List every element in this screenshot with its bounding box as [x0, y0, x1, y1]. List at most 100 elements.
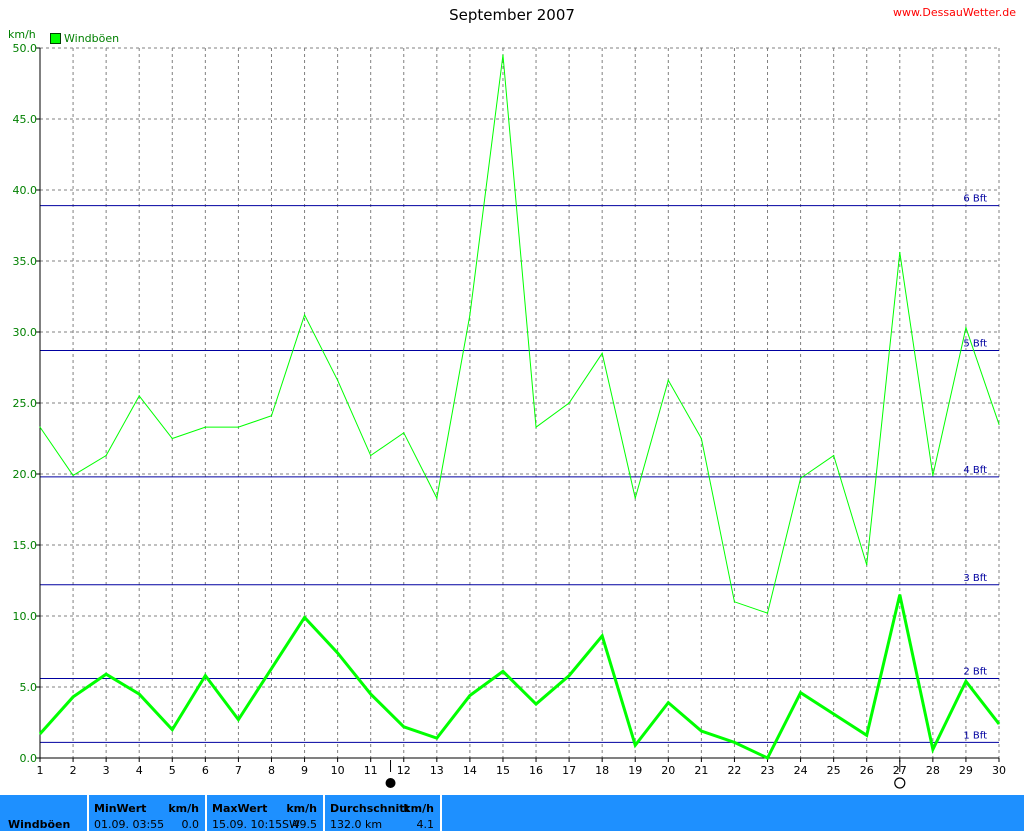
data-point	[303, 616, 306, 619]
stats-avg-unit: km/h	[403, 802, 434, 815]
data-point	[105, 454, 107, 457]
y-tick-label: 35.0	[13, 255, 38, 268]
data-point	[237, 719, 240, 721]
x-tick-label: 10	[331, 764, 345, 777]
data-point	[469, 694, 471, 697]
x-tick-label: 6	[202, 764, 209, 777]
data-point	[270, 415, 273, 417]
data-point	[866, 564, 868, 566]
stats-min-head: MinWert	[94, 802, 147, 815]
data-point	[39, 733, 41, 735]
x-tick-label: 16	[529, 764, 543, 777]
x-tick-label: 7	[235, 764, 242, 777]
data-point	[601, 352, 603, 354]
data-point	[39, 426, 41, 428]
data-point	[667, 379, 669, 381]
stats-avg: Durchschnitt km/h 132.0 km 4.1	[330, 795, 438, 831]
x-tick-label: 9	[301, 764, 308, 777]
data-point	[568, 675, 570, 677]
data-point	[204, 426, 206, 428]
data-point	[667, 702, 669, 704]
x-tick-label: 24	[794, 764, 808, 777]
x-tick-label: 22	[727, 764, 741, 777]
data-point	[138, 395, 140, 397]
y-tick-label: 45.0	[13, 113, 38, 126]
data-point	[932, 474, 934, 477]
x-tick-label: 11	[364, 764, 378, 777]
data-point	[766, 612, 769, 614]
stats-max-value: 49.5	[292, 818, 318, 831]
stats-min-value: 0.0	[181, 818, 200, 831]
stats-divider	[323, 795, 325, 831]
x-tick-label: 20	[661, 764, 675, 777]
y-tick-label: 5.0	[20, 681, 38, 694]
beaufort-label: 2 Bft	[963, 666, 987, 677]
data-point	[370, 693, 372, 695]
x-tick-label: 17	[562, 764, 576, 777]
chart-area: 1 Bft2 Bft3 Bft4 Bft5 Bft6 Bft 123456789…	[13, 42, 1006, 789]
stats-avg-head: Durchschnitt	[330, 802, 410, 815]
x-tick-label: 25	[827, 764, 841, 777]
data-point	[436, 497, 438, 499]
stats-series-name: Windböen	[8, 818, 71, 831]
y-tick-label: 15.0	[13, 539, 38, 552]
data-point	[634, 744, 636, 746]
data-point	[700, 437, 702, 440]
beaufort-label: 1 Bft	[963, 730, 987, 741]
stats-min: MinWert km/h 01.09. 03:55 0.0	[94, 795, 204, 831]
data-point	[932, 748, 934, 751]
stats-divider	[87, 795, 89, 831]
x-tick-label: 14	[463, 764, 477, 777]
y-tick-label: 50.0	[13, 42, 38, 55]
y-tick-label: 0.0	[20, 752, 38, 765]
data-point	[337, 379, 339, 381]
stats-min-unit: km/h	[168, 802, 199, 815]
y-tick-label: 25.0	[13, 397, 38, 410]
stats-bar: Windböen MinWert km/h 01.09. 03:55 0.0 M…	[0, 795, 1024, 831]
data-point	[204, 675, 206, 677]
data-point	[370, 454, 372, 457]
stats-avg-value: 4.1	[416, 818, 435, 831]
data-point	[535, 703, 537, 705]
x-tick-label: 3	[103, 764, 110, 777]
data-point	[998, 423, 1000, 425]
data-point	[733, 741, 736, 743]
data-point	[833, 454, 835, 457]
x-tick-label: 12	[397, 764, 411, 777]
data-point	[700, 730, 702, 732]
x-tick-label: 8	[268, 764, 275, 777]
x-tick-label: 21	[694, 764, 708, 777]
beaufort-label: 5 Bft	[963, 338, 987, 349]
y-tick-label: 40.0	[13, 184, 38, 197]
data-point	[171, 729, 173, 731]
stats-min-date: 01.09. 03:55	[94, 818, 165, 831]
data-point	[171, 437, 173, 440]
x-tick-label: 23	[761, 764, 775, 777]
data-point	[105, 673, 107, 675]
x-tick-label: 19	[628, 764, 642, 777]
data-point	[337, 652, 339, 654]
stats-avg-dist: 132.0 km	[330, 818, 383, 831]
data-point	[535, 426, 537, 428]
x-tick-label: 13	[430, 764, 444, 777]
y-tick-label: 10.0	[13, 610, 38, 623]
x-tick-label: 30	[992, 764, 1006, 777]
data-point	[469, 314, 471, 316]
data-point	[270, 667, 273, 670]
x-tick-label: 1	[37, 764, 44, 777]
data-point	[998, 723, 1000, 725]
stats-max-date: 15.09. 10:15	[212, 818, 283, 831]
data-point	[436, 737, 438, 739]
data-point	[303, 314, 306, 316]
stats-divider	[205, 795, 207, 831]
data-point	[833, 713, 835, 715]
data-point	[866, 734, 868, 736]
data-point	[899, 594, 901, 596]
beaufort-label: 6 Bft	[963, 194, 987, 205]
data-point	[403, 726, 405, 728]
x-tick-label: 18	[595, 764, 609, 777]
data-point	[237, 426, 240, 428]
data-point	[568, 402, 570, 404]
data-point	[403, 432, 405, 434]
data-point	[965, 680, 967, 682]
